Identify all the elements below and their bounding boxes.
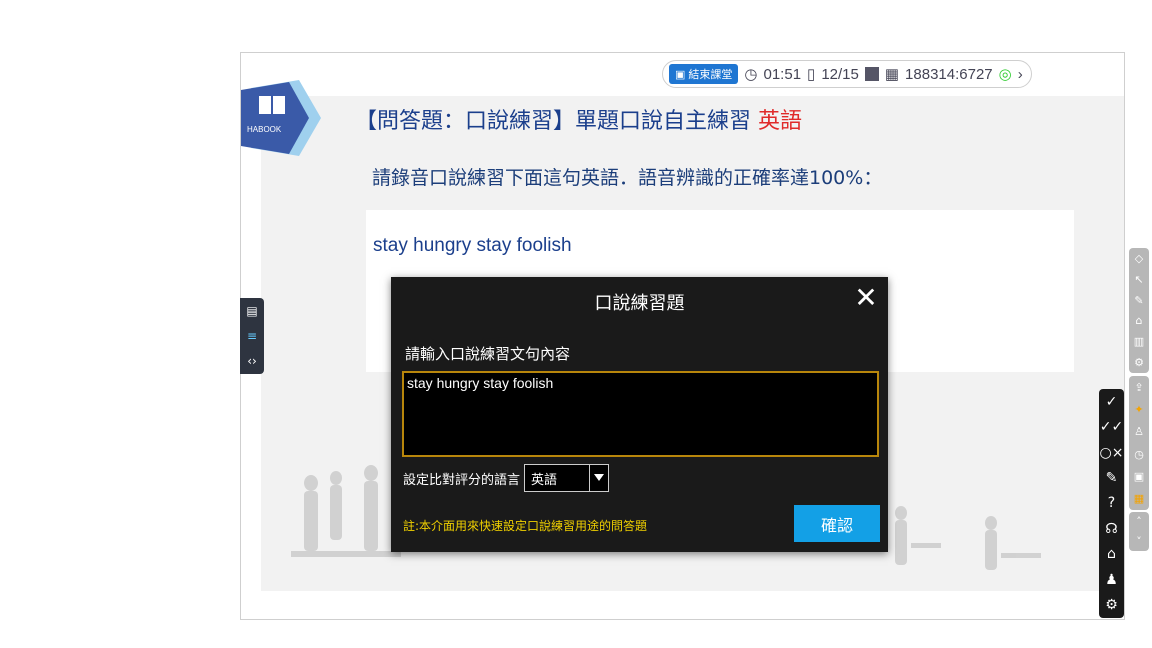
timer-icon[interactable]: ◷	[1134, 448, 1144, 461]
timer-text: 01:51	[763, 65, 802, 83]
gallery-icon[interactable]: ▦	[1134, 492, 1144, 505]
magic-icon[interactable]: ✦	[1134, 403, 1143, 416]
image-icon[interactable]: ▣	[1134, 470, 1144, 483]
confirm-button[interactable]: 確認	[794, 505, 880, 542]
speaking-practice-dialog: 口說練習題 ✕ 請輸入口說練習文句內容 stay hungry stay foo…	[391, 277, 888, 552]
status-bar: ▣ 結束課堂 ◷ 01:51 ▯ 12/15 ▦ 188314:6727 ◎ ›	[662, 60, 1032, 88]
right-toolbar-nav: ˄ ˅	[1129, 512, 1149, 551]
right-toolbar-top: ◇ ↖ ✎ ⌂ ▥ ⚙	[1129, 248, 1149, 373]
dialog-note: 註:本介面用來快速設定口說練習用途的問答題	[403, 519, 648, 533]
check-icon[interactable]: ✓	[1106, 394, 1118, 410]
hand-raise-icon[interactable]: ⌂	[1107, 546, 1116, 562]
chevron-down-icon[interactable]: ˅	[1136, 535, 1142, 548]
habook-logo: HABOOK	[241, 80, 321, 156]
podium-icon[interactable]: ♟	[1105, 572, 1118, 588]
question-tools-toolbar: ✓ ✓✓ ○× ✎ ? ☊ ⌂ ♟ ⚙	[1099, 389, 1124, 618]
sentence-input[interactable]: stay hungry stay foolish	[402, 371, 879, 457]
code-brackets-icon[interactable]: ‹›	[247, 354, 257, 368]
double-check-icon[interactable]: ✓✓	[1100, 419, 1123, 435]
right-toolbar-middle: ⇪ ✦ ♙ ◷ ▣ ▦	[1129, 376, 1149, 510]
chevron-up-icon[interactable]: ˄	[1136, 515, 1142, 528]
language-label: 設定比對評分的語言	[403, 472, 521, 488]
left-panel-tab[interactable]: ▤ ≡ ‹›	[240, 298, 264, 374]
edit-question-icon[interactable]: ✎	[1106, 470, 1118, 486]
language-select[interactable]: 英語	[524, 464, 610, 492]
close-icon[interactable]: ✕	[852, 284, 880, 313]
page-icon: ▯	[807, 66, 816, 83]
stop-icon: ▣	[675, 68, 686, 81]
logo-text: HABOOK	[247, 125, 282, 134]
pen-icon[interactable]: ✎	[1134, 294, 1143, 307]
input-label: 請輸入口說練習文句內容	[405, 345, 571, 363]
title-language: 英語	[758, 109, 803, 134]
trash-icon[interactable]: ▥	[1134, 335, 1144, 348]
slide-title: 【問答題：口說練習】單題口說自主練習 英語	[355, 109, 803, 134]
class-code: 188314:6727	[905, 65, 993, 83]
pointer-icon[interactable]: ↖	[1134, 273, 1143, 286]
dropdown-arrow-icon[interactable]	[589, 465, 609, 491]
list-icon[interactable]: ≡	[247, 329, 257, 343]
highlighter-icon[interactable]: ⌂	[1136, 314, 1143, 327]
practice-sentence: stay hungry stay foolish	[373, 235, 572, 256]
language-row: 設定比對評分的語言 英語	[403, 464, 610, 492]
qa-icon[interactable]: ?	[1108, 495, 1115, 511]
qr-code-icon[interactable]: ▦	[885, 65, 899, 83]
settings-icon[interactable]: ⚙	[1134, 356, 1144, 369]
document-icon[interactable]: ▤	[246, 304, 257, 318]
gears-icon[interactable]: ⚙	[1105, 597, 1118, 613]
true-false-icon[interactable]: ○×	[1100, 445, 1124, 461]
clock-icon: ◷	[744, 66, 758, 83]
dialog-title: 口說練習題	[594, 293, 685, 314]
signal-icon: ◎	[998, 66, 1012, 83]
language-value: 英語	[531, 472, 558, 488]
end-class-button[interactable]: ▣ 結束課堂	[669, 64, 739, 84]
share-icon[interactable]: ⇪	[1134, 381, 1143, 394]
page-counter: 12/15	[821, 65, 859, 83]
speaking-icon[interactable]: ☊	[1105, 521, 1117, 537]
people-icon[interactable]: ♙	[1134, 425, 1144, 438]
chevron-right-icon[interactable]: ›	[1018, 66, 1023, 83]
slide-instruction: 請錄音口說練習下面這句英語．語音辨識的正確率達100%：	[372, 167, 883, 189]
user-avatar-icon[interactable]	[864, 67, 879, 81]
eraser-icon[interactable]: ◇	[1135, 252, 1143, 265]
